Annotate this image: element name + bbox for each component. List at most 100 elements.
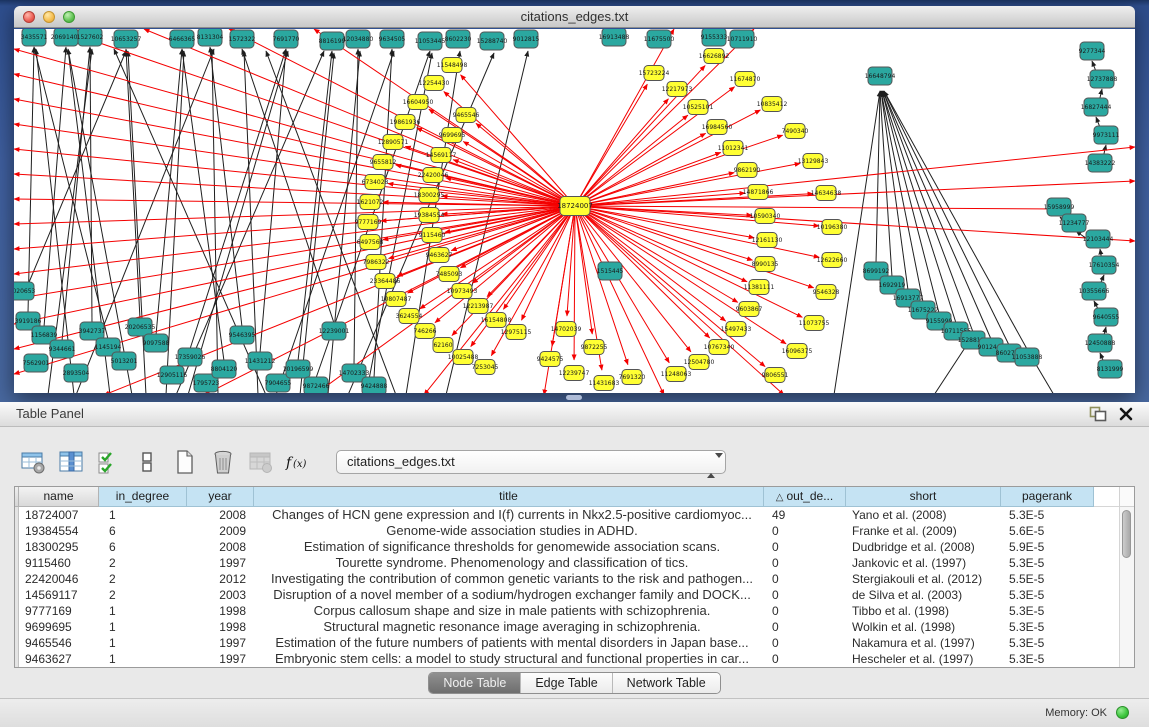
- cell-pagerank[interactable]: 5.3E-5: [1001, 651, 1094, 667]
- select-columns-icon[interactable]: [94, 448, 124, 476]
- cell-title[interactable]: Changes of HCN gene expression and I(f) …: [254, 507, 764, 523]
- cell-pagerank[interactable]: 5.6E-5: [1001, 523, 1094, 539]
- cell-name[interactable]: 9463627: [19, 651, 99, 667]
- column-header-pagerank[interactable]: pagerank: [1001, 487, 1094, 507]
- cell-short[interactable]: Hescheler et al. (1997): [846, 651, 1001, 667]
- cell-short[interactable]: Stergiakouli et al. (2012): [846, 571, 1001, 587]
- cell-pagerank[interactable]: 5.3E-5: [1001, 603, 1094, 619]
- function-builder-icon[interactable]: f (x): [284, 448, 314, 476]
- cell-short[interactable]: Wolkin et al. (1998): [846, 619, 1001, 635]
- column-header-name[interactable]: name: [19, 487, 99, 507]
- column-header-year[interactable]: year: [187, 487, 254, 507]
- cell-out-degree[interactable]: 0: [764, 603, 846, 619]
- cell-year[interactable]: 2003: [187, 587, 254, 603]
- cell-in-degree[interactable]: 2: [99, 555, 187, 571]
- cell-in-degree[interactable]: 6: [99, 523, 187, 539]
- cell-in-degree[interactable]: 2: [99, 571, 187, 587]
- minimize-window-button[interactable]: [43, 11, 55, 23]
- cell-short[interactable]: Dudbridge et al. (2008): [846, 539, 1001, 555]
- tab-edge-table[interactable]: Edge Table: [521, 673, 612, 693]
- cell-out-degree[interactable]: 0: [764, 555, 846, 571]
- cell-title[interactable]: Disruption of a novel member of a sodium…: [254, 587, 764, 603]
- cell-name[interactable]: 14569117: [19, 587, 99, 603]
- cell-in-degree[interactable]: 1: [99, 507, 187, 523]
- splitter-grip[interactable]: [566, 395, 582, 400]
- cell-year[interactable]: 2008: [187, 507, 254, 523]
- cell-out-degree[interactable]: 0: [764, 587, 846, 603]
- cell-year[interactable]: 1997: [187, 635, 254, 651]
- cell-year[interactable]: 1998: [187, 619, 254, 635]
- cell-in-degree[interactable]: 6: [99, 539, 187, 555]
- cell-short[interactable]: de Silva et al. (2003): [846, 587, 1001, 603]
- cell-title[interactable]: Tourette syndrome. Phenomenology and cla…: [254, 555, 764, 571]
- table-scrollbar-thumb[interactable]: [1122, 510, 1131, 558]
- network-canvas[interactable]: 3435571206914061527602106532576466365813…: [14, 29, 1135, 393]
- cell-pagerank[interactable]: 5.3E-5: [1001, 507, 1094, 523]
- table-scrollbar[interactable]: [1119, 507, 1134, 667]
- tab-network-table[interactable]: Network Table: [613, 673, 720, 693]
- close-window-button[interactable]: [23, 11, 35, 23]
- window-titlebar[interactable]: citations_edges.txt: [14, 6, 1135, 28]
- cell-year[interactable]: 1997: [187, 555, 254, 571]
- rows-icon[interactable]: [132, 448, 162, 476]
- cell-short[interactable]: Jankovic et al. (1997): [846, 555, 1001, 571]
- cell-name[interactable]: 18300295: [19, 539, 99, 555]
- cell-out-degree[interactable]: 0: [764, 619, 846, 635]
- cell-title[interactable]: Corpus callosum shape and size in male p…: [254, 603, 764, 619]
- cell-out-degree[interactable]: 0: [764, 571, 846, 587]
- cell-pagerank[interactable]: 5.3E-5: [1001, 635, 1094, 651]
- cell-title[interactable]: Structural magnetic resonance image aver…: [254, 619, 764, 635]
- tab-node-table[interactable]: Node Table: [429, 673, 521, 693]
- cell-out-degree[interactable]: 0: [764, 523, 846, 539]
- cell-pagerank[interactable]: 5.3E-5: [1001, 555, 1094, 571]
- cell-title[interactable]: Investigating the contribution of common…: [254, 571, 764, 587]
- cell-name[interactable]: 9115460: [19, 555, 99, 571]
- cell-short[interactable]: Yano et al. (2008): [846, 507, 1001, 523]
- cell-in-degree[interactable]: 1: [99, 651, 187, 667]
- cell-name[interactable]: 22420046: [19, 571, 99, 587]
- cell-in-degree[interactable]: 1: [99, 619, 187, 635]
- cell-year[interactable]: 2008: [187, 539, 254, 555]
- cell-year[interactable]: 1998: [187, 603, 254, 619]
- cell-title[interactable]: Estimation of the future numbers of pati…: [254, 635, 764, 651]
- cell-name[interactable]: 9699695: [19, 619, 99, 635]
- column-header-short[interactable]: short: [846, 487, 1001, 507]
- cell-year[interactable]: 1997: [187, 651, 254, 667]
- cell-name[interactable]: 18724007: [19, 507, 99, 523]
- cell-pagerank[interactable]: 5.9E-5: [1001, 539, 1094, 555]
- memory-status-icon[interactable]: [1116, 706, 1129, 719]
- cell-pagerank[interactable]: 5.5E-5: [1001, 571, 1094, 587]
- cell-year[interactable]: 2012: [187, 571, 254, 587]
- cell-title[interactable]: Embryonic stem cells: a model to study s…: [254, 651, 764, 667]
- new-column-icon[interactable]: [170, 448, 200, 476]
- delete-column-icon[interactable]: [208, 448, 238, 476]
- table-mode-icon[interactable]: [18, 448, 48, 476]
- delete-table-icon[interactable]: [246, 448, 276, 476]
- zoom-window-button[interactable]: [63, 11, 75, 23]
- cell-out-degree[interactable]: 49: [764, 507, 846, 523]
- cell-short[interactable]: Tibbo et al. (1998): [846, 603, 1001, 619]
- cell-short[interactable]: Nakamura et al. (1997): [846, 635, 1001, 651]
- cell-in-degree[interactable]: 2: [99, 587, 187, 603]
- table-selector[interactable]: citations_edges.txt: [336, 450, 726, 474]
- cell-name[interactable]: 9777169: [19, 603, 99, 619]
- cell-pagerank[interactable]: 5.3E-5: [1001, 619, 1094, 635]
- cell-title[interactable]: Estimation of significance thresholds fo…: [254, 539, 764, 555]
- cell-pagerank[interactable]: 5.3E-5: [1001, 587, 1094, 603]
- cell-out-degree[interactable]: 0: [764, 539, 846, 555]
- cell-year[interactable]: 2009: [187, 523, 254, 539]
- close-panel-icon[interactable]: [1117, 406, 1135, 422]
- show-columns-icon[interactable]: [56, 448, 86, 476]
- cell-title[interactable]: Genome-wide association studies in ADHD.: [254, 523, 764, 539]
- cell-name[interactable]: 9465546: [19, 635, 99, 651]
- cell-short[interactable]: Franke et al. (2009): [846, 523, 1001, 539]
- cell-in-degree[interactable]: 1: [99, 635, 187, 651]
- cell-out-degree[interactable]: 0: [764, 651, 846, 667]
- float-panel-icon[interactable]: [1089, 406, 1107, 422]
- cell-name[interactable]: 19384554: [19, 523, 99, 539]
- column-header-title[interactable]: title: [254, 487, 764, 507]
- network-view[interactable]: 3435571206914061527602106532576466365813…: [14, 29, 1135, 393]
- cell-out-degree[interactable]: 0: [764, 635, 846, 651]
- column-header-out-degree[interactable]: △out_de...: [764, 487, 846, 507]
- cell-in-degree[interactable]: 1: [99, 603, 187, 619]
